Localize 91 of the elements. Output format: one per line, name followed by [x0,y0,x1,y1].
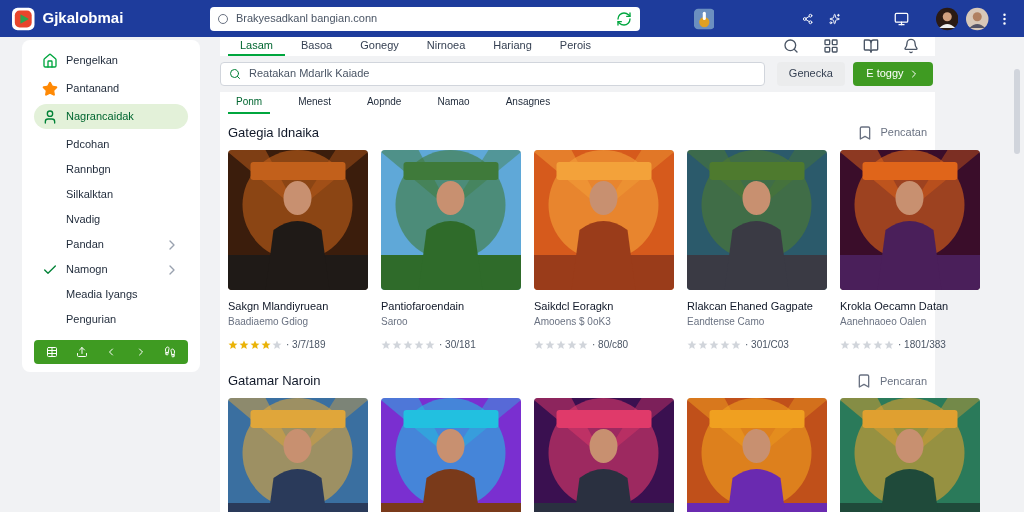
game-title: Pantiofaroendain [381,298,466,314]
star-icon [698,339,708,350]
person-icon [42,108,58,125]
subtab[interactable]: Namao [429,91,478,114]
app-icon[interactable] [693,7,715,30]
game-title: Sakgn Mlandiyruean [228,298,330,314]
subtab[interactable]: Ansagnes [497,91,559,114]
sidebar-item[interactable]: Meadia Iyangs [34,282,188,307]
grid-icon[interactable] [823,38,839,55]
rating-count: · 30/181 [439,338,476,352]
monitor-icon[interactable] [893,10,909,27]
search-icon [229,67,241,80]
avatar[interactable] [966,6,989,31]
star-icon [709,339,719,350]
game-title: Rlakcan Ehaned Gagpate [687,298,814,314]
game-subtitle: Aanehnaoeo Oalen [840,315,928,329]
rating-count: · 80/c80 [592,338,629,352]
star-icon [545,339,555,350]
avatar[interactable] [935,6,959,31]
star-icon [42,80,58,97]
star-icon [250,339,260,350]
tab[interactable]: Gonegy [348,37,411,56]
section-title: Gatamar Naroin [228,372,322,391]
rating-count: · 1801/383 [898,338,946,352]
sidebar-item[interactable]: Pengelkan [34,48,188,73]
secondary-button[interactable]: Genecka [776,61,845,86]
star-icon [381,339,391,350]
sidebar-item[interactable]: Pantanand [34,76,188,101]
brand-name: Gjkalobmai [42,8,125,29]
sidebar-item[interactable]: Rannbgn [34,157,188,182]
star-icon [840,339,850,350]
star-icon [720,339,730,350]
sidebar-item[interactable]: Pandan [34,232,188,257]
sidebar-item[interactable]: Silkalktan [34,182,188,207]
star-icon [403,339,413,350]
address-field[interactable]: Brakyesadkanl bangian.conn [209,6,641,31]
rating-count: · 3/7/189 [286,338,326,352]
section-link[interactable]: Pencatan [880,124,927,141]
star-icon [862,339,872,350]
star-icon [556,339,566,350]
game-subtitle: Saroo [381,315,409,329]
game-subtitle: Baadiaemo Gdiog [228,315,310,329]
scrollbar[interactable] [1014,69,1020,154]
sidebar-item[interactable]: Nagrancaidak [34,104,188,129]
star-icon [884,339,894,350]
footprint-icon[interactable] [164,346,176,358]
star-icon [425,339,435,350]
subtab[interactable]: Aopnde [358,91,410,114]
home-icon [42,52,58,69]
game-title: Saikdcl Eoragkn [534,298,615,314]
star-icon [272,339,282,350]
star-icon [731,339,741,350]
book-icon[interactable] [863,38,879,55]
star-icon [239,339,249,350]
game-subtitle: Eandtense Camo [687,315,766,329]
section-link[interactable]: Pencaran [879,372,927,390]
tab[interactable]: Perois [547,37,603,56]
star-icon [873,339,883,350]
star-icon [567,339,577,350]
subtab[interactable]: Ponm [228,91,271,114]
share-icon[interactable] [801,12,813,25]
rating-count: · 301/C03 [745,338,789,352]
reload-icon[interactable] [616,10,633,27]
star-icon [534,339,544,350]
star-icon [851,339,861,350]
game-subtitle: Amooens $ 0oK3 [534,315,612,329]
star-icon [578,339,588,350]
primary-button[interactable]: E toggy [852,61,933,86]
star-icon [261,339,271,350]
star-icon [392,339,402,350]
sidebar-item[interactable]: Pdcohan [34,132,188,157]
tab[interactable]: Hariang [481,37,544,56]
logo-icon [12,6,35,31]
section-title: Gategia Idnaika [228,123,321,142]
star-icon [687,339,697,350]
tab[interactable]: Nirnoea [414,37,478,56]
tab[interactable]: Lasam [228,37,286,56]
table-icon[interactable] [46,346,58,358]
star-icon [228,339,238,350]
search-field[interactable]: Reatakan Mdarlk Kaiade [220,61,765,86]
search-icon[interactable] [783,38,799,55]
subtab[interactable]: Menest [290,91,339,114]
upload-icon[interactable] [75,346,88,358]
bell-icon[interactable] [903,38,919,55]
sidebar-item[interactable]: Namogn [34,257,188,282]
tab[interactable]: Basoa [289,37,345,56]
sidebar-item[interactable]: Pengurian [34,307,188,332]
sidebar-item[interactable]: Nvadig [34,207,188,232]
sparkle-icon[interactable] [828,12,841,25]
game-title: Krokla Oecamn Datan [840,298,950,314]
star-icon [414,339,424,350]
